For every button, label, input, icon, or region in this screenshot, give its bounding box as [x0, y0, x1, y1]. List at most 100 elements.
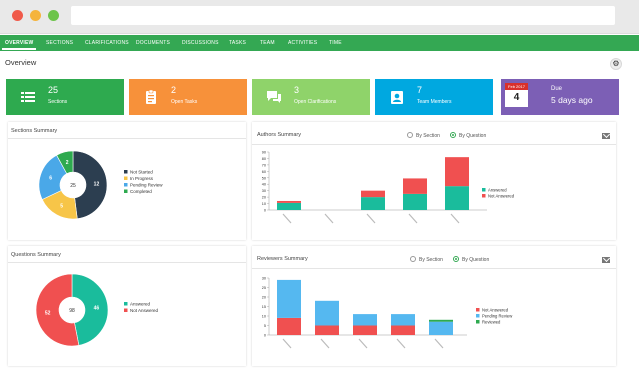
authors-by-question-radio[interactable]: By Question — [450, 132, 486, 139]
reviewers-summary-title: Reviewers Summary — [257, 256, 308, 262]
bar-segment-answered[interactable] — [361, 197, 385, 210]
open-clarifications-card[interactable]: 3 Open Clarifications — [252, 79, 370, 115]
y-tick-label: 20 — [262, 196, 266, 200]
team-members-label: Team Members — [417, 99, 452, 105]
radio-label: By Question — [462, 257, 490, 263]
legend-label: Pending Review — [482, 313, 513, 318]
legend-label: Completed — [130, 189, 152, 194]
settings-gear-button[interactable]: ⚙ — [610, 58, 622, 70]
bar-segment-not-answered[interactable] — [403, 178, 427, 194]
bar-segment-answered[interactable] — [403, 193, 427, 210]
team-members-count: 7 — [417, 85, 423, 95]
legend-label: Answered — [488, 187, 507, 192]
open-tasks-count: 2 — [171, 85, 177, 95]
chat-icon — [267, 91, 281, 103]
x-category-label-obscured — [358, 338, 368, 349]
y-tick-label: 70 — [262, 163, 266, 167]
legend-swatch — [124, 170, 128, 174]
close-window-dot[interactable] — [12, 10, 23, 21]
legend-swatch — [124, 302, 128, 306]
x-category-label-obscured — [324, 213, 334, 224]
x-category-label-obscured — [366, 213, 376, 224]
bar-segment-not-answered[interactable] — [445, 157, 469, 187]
questions-summary-title: Questions Summary — [11, 252, 61, 258]
radio-label: By Question — [459, 133, 487, 139]
slice-value-label: 46 — [94, 306, 100, 312]
nav-item-activities[interactable]: ACTIVITIES — [288, 35, 317, 51]
nav-item-team[interactable]: TEAM — [260, 35, 275, 51]
y-tick-label: 0 — [264, 334, 266, 338]
address-bar[interactable] — [71, 6, 615, 25]
nav-item-tasks[interactable]: TASKS — [229, 35, 246, 51]
y-tick-label: 80 — [262, 157, 266, 161]
bar-segment-pending-review[interactable] — [315, 300, 339, 326]
reviewers-by-question-radio[interactable]: By Question — [453, 256, 489, 263]
bar-segment-not-answered[interactable] — [277, 317, 301, 335]
bar-segment-pending-review[interactable] — [429, 321, 453, 335]
y-tick-label: 5 — [264, 324, 266, 328]
radio-label: By Section — [416, 133, 440, 139]
y-tick-label: 10 — [262, 202, 266, 206]
donut-center-total: 25 — [70, 183, 76, 189]
legend-swatch — [482, 194, 486, 198]
pie-slice-answered[interactable] — [71, 273, 109, 346]
due-date-card[interactable]: Feb 2017 4 Due 5 days ago — [501, 79, 619, 115]
open-tasks-card[interactable]: 2 Open Tasks — [129, 79, 247, 115]
list-icon — [21, 92, 35, 102]
sections-card[interactable]: 25 Sections — [6, 79, 124, 115]
bar-segment-pending-review[interactable] — [353, 314, 377, 326]
slice-value-label: 52 — [45, 310, 51, 316]
sections-label: Sections — [48, 99, 68, 105]
bar-segment-not-answered[interactable] — [315, 325, 339, 336]
x-category-label-obscured — [320, 338, 330, 349]
reviewers-by-section-radio[interactable]: By Section — [410, 256, 443, 263]
x-category-label-obscured — [282, 338, 292, 349]
y-tick-label: 25 — [262, 286, 266, 290]
legend-swatch — [476, 320, 480, 324]
sections-summary-title: Sections Summary — [11, 128, 58, 134]
bar-segment-answered[interactable] — [277, 202, 301, 210]
due-relative-time: 5 days ago — [551, 95, 593, 105]
bar-segment-reviewed[interactable] — [429, 319, 453, 322]
bar-segment-not-answered[interactable] — [353, 325, 377, 336]
legend-label: Not Answered — [488, 193, 515, 198]
legend-label: Pending Review — [130, 183, 163, 188]
bar-segment-not-answered[interactable] — [277, 200, 301, 203]
x-category-label-obscured — [408, 213, 418, 224]
y-tick-label: 90 — [262, 151, 266, 155]
nav-item-discussions[interactable]: DISCUSSIONS — [182, 35, 219, 51]
bar-segment-pending-review[interactable] — [277, 279, 301, 318]
open-tasks-label: Open Tasks — [171, 99, 198, 105]
legend-swatch — [124, 308, 128, 312]
main-nav: OVERVIEW SECTIONS CLARIFICATIONS DOCUMEN… — [0, 35, 639, 51]
email-icon[interactable] — [602, 257, 610, 263]
donut-center-total: 98 — [69, 308, 75, 314]
x-category-label-obscured — [282, 213, 292, 224]
bar-segment-not-answered[interactable] — [391, 325, 415, 336]
team-members-card[interactable]: 7 Team Members — [375, 79, 493, 115]
maximize-window-dot[interactable] — [48, 10, 59, 21]
nav-item-time[interactable]: TIME — [329, 35, 342, 51]
y-tick-label: 40 — [262, 183, 266, 187]
browser-toolbar — [0, 0, 639, 34]
email-icon[interactable] — [602, 133, 610, 139]
nav-item-documents[interactable]: DOCUMENTS — [136, 35, 170, 51]
x-category-label-obscured — [434, 338, 444, 349]
bar-segment-answered[interactable] — [445, 186, 469, 210]
slice-value-label: 2 — [66, 160, 69, 166]
y-tick-label: 20 — [262, 296, 266, 300]
bar-segment-pending-review[interactable] — [391, 314, 415, 326]
nav-item-sections[interactable]: SECTIONS — [46, 35, 73, 51]
y-tick-label: 60 — [262, 170, 266, 174]
calendar-icon: Feb 2017 4 — [505, 83, 528, 107]
legend-label: Not Answered — [482, 307, 509, 312]
calendar-month: Feb 2017 — [505, 83, 528, 90]
open-clarifications-label: Open Clarifications — [294, 99, 337, 105]
authors-by-section-radio[interactable]: By Section — [407, 132, 440, 139]
clipboard-icon — [146, 89, 156, 104]
pie-slice-not-started[interactable] — [72, 150, 108, 220]
slice-value-label: 5 — [60, 204, 63, 210]
minimize-window-dot[interactable] — [30, 10, 41, 21]
nav-item-clarifications[interactable]: CLARIFICATIONS — [85, 35, 129, 51]
bar-segment-not-answered[interactable] — [361, 190, 385, 198]
